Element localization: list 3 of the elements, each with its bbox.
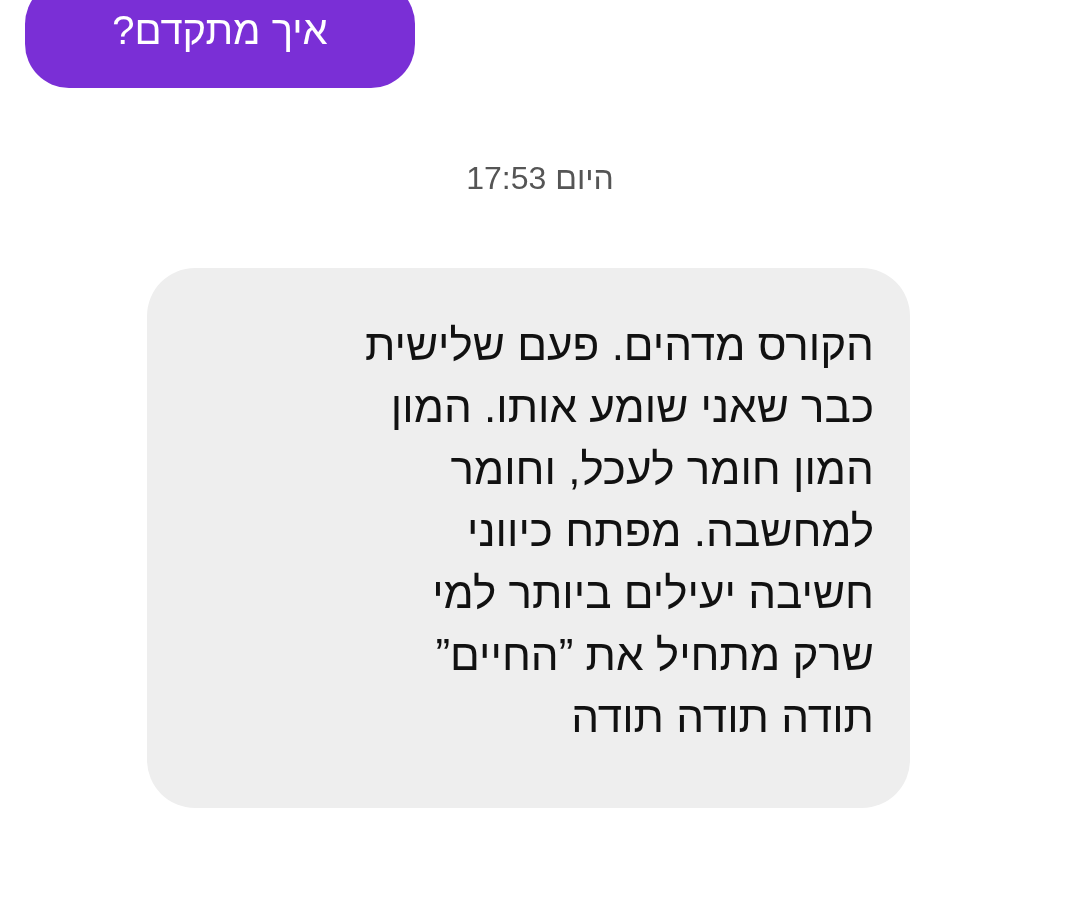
received-message-bubble: הקורס מדהים. פעם שלישית כבר שאני שומע אותו. המון המון חומר לעכל, וחומר למחשבה. מפתח כיווני חשיבה יעילים ביותר למי שרק מתחיל את ”החיים” תודה תודה תודה [147, 268, 910, 808]
message-timestamp: היום 17:53 [466, 159, 614, 198]
sent-message-bubble: איך מתקדם? [25, 0, 415, 88]
